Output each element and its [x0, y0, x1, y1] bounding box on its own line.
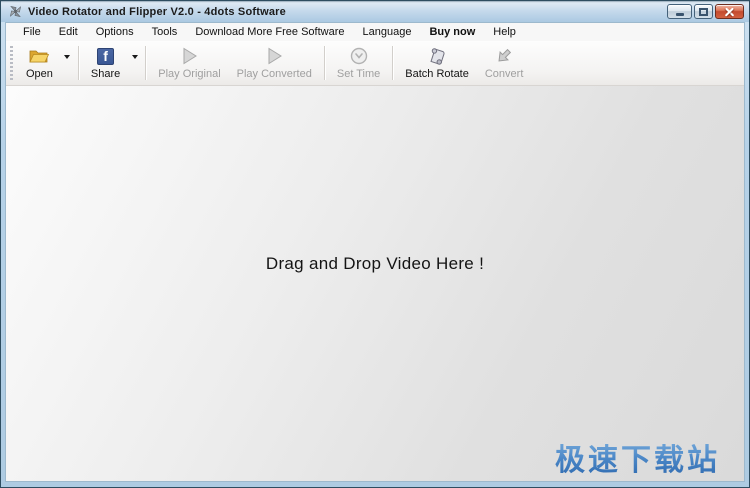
window-content: File Edit Options Tools Download More Fr…	[5, 22, 745, 482]
clock-icon	[349, 46, 369, 66]
window-title: Video Rotator and Flipper V2.0 - 4dots S…	[28, 6, 286, 18]
play-original-button: Play Original	[150, 43, 228, 83]
maximize-button[interactable]	[694, 4, 713, 19]
share-button[interactable]: f Share	[83, 43, 128, 83]
share-button-group: f Share	[83, 43, 141, 83]
toolbar: Open f Share	[6, 41, 744, 86]
close-button[interactable]	[715, 4, 744, 19]
batch-rotate-button[interactable]: Batch Rotate	[397, 43, 477, 83]
batch-rotate-label: Batch Rotate	[405, 68, 469, 80]
play-original-label: Play Original	[158, 68, 220, 80]
menu-options[interactable]: Options	[87, 26, 143, 38]
play-icon	[264, 46, 284, 66]
toolbar-separator	[324, 46, 325, 80]
convert-button: Convert	[477, 43, 532, 83]
video-drop-area[interactable]: Drag and Drop Video Here ! 极速下载站	[6, 86, 744, 481]
menu-file[interactable]: File	[14, 26, 50, 38]
folder-open-icon	[27, 46, 51, 66]
share-button-label: Share	[91, 68, 120, 80]
title-bar[interactable]: Video Rotator and Flipper V2.0 - 4dots S…	[1, 1, 749, 22]
play-icon	[179, 46, 199, 66]
menu-help[interactable]: Help	[484, 26, 525, 38]
menu-buy-now[interactable]: Buy now	[420, 26, 484, 38]
close-icon	[725, 7, 734, 16]
convert-label: Convert	[485, 68, 524, 80]
open-button-label: Open	[26, 68, 53, 80]
app-window: Video Rotator and Flipper V2.0 - 4dots S…	[0, 0, 750, 488]
set-time-button: Set Time	[329, 43, 388, 83]
convert-arrow-icon	[494, 46, 514, 66]
menu-tools[interactable]: Tools	[143, 26, 187, 38]
app-icon[interactable]	[8, 4, 23, 19]
play-converted-button: Play Converted	[229, 43, 320, 83]
facebook-letter: f	[97, 48, 114, 65]
toolbar-grip-handle[interactable]	[10, 46, 13, 80]
drop-hint-text: Drag and Drop Video Here !	[6, 254, 744, 274]
menu-edit[interactable]: Edit	[50, 26, 87, 38]
share-dropdown-button[interactable]	[128, 43, 141, 83]
open-dropdown-button[interactable]	[61, 43, 74, 83]
chevron-down-icon	[132, 55, 138, 59]
open-button[interactable]: Open	[18, 43, 61, 83]
set-time-label: Set Time	[337, 68, 380, 80]
open-button-group: Open	[18, 43, 74, 83]
maximize-icon	[699, 8, 708, 16]
menu-bar: File Edit Options Tools Download More Fr…	[6, 23, 744, 41]
menu-download-more-free-software[interactable]: Download More Free Software	[186, 26, 353, 38]
toolbar-separator	[145, 46, 146, 80]
watermark-text: 极速下载站	[555, 435, 720, 479]
minimize-icon	[676, 13, 684, 16]
toolbar-separator	[78, 46, 79, 80]
window-controls	[667, 4, 744, 19]
scroll-icon	[427, 46, 447, 66]
play-converted-label: Play Converted	[237, 68, 312, 80]
menu-language[interactable]: Language	[354, 26, 421, 38]
toolbar-separator	[392, 46, 393, 80]
facebook-icon: f	[97, 46, 114, 66]
minimize-button[interactable]	[667, 4, 692, 19]
chevron-down-icon	[64, 55, 70, 59]
